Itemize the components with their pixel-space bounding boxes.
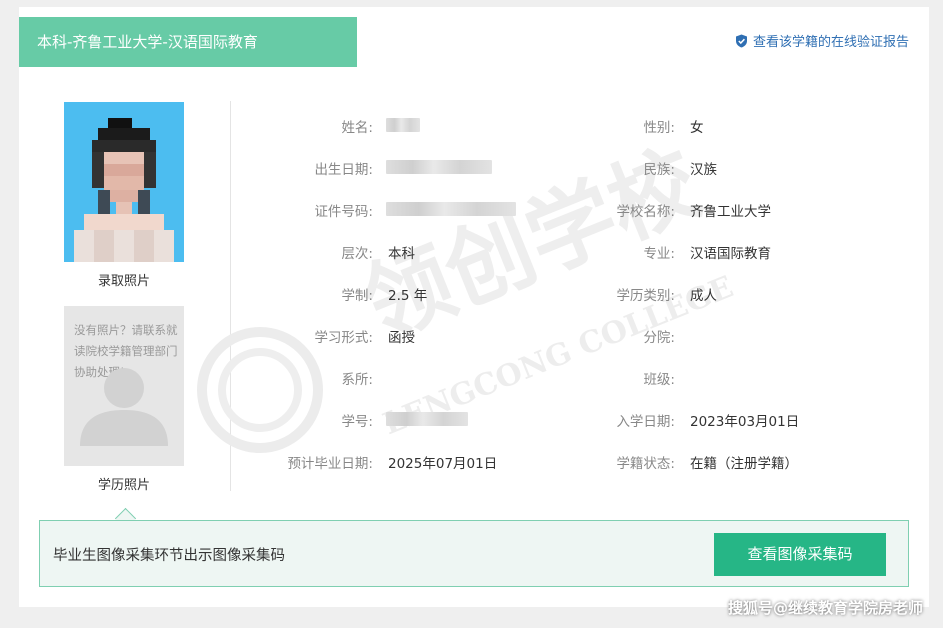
class-label: 班级:: [643, 372, 675, 388]
admission-photo: [64, 102, 184, 262]
id-number-redacted: [386, 202, 516, 216]
ethnicity-value: 汉族: [690, 162, 717, 178]
department-label: 系所:: [341, 372, 373, 388]
school-label: 学校名称:: [616, 204, 675, 220]
shield-check-icon: [735, 34, 748, 48]
study-form-label: 学习形式:: [314, 330, 373, 346]
gender-label: 性别:: [643, 120, 675, 136]
status-label: 学籍状态:: [616, 456, 675, 472]
edu-type-value: 成人: [690, 288, 717, 304]
enroll-date-value: 2023年03月01日: [690, 414, 800, 430]
major-value: 汉语国际教育: [690, 246, 771, 262]
grad-date-value: 2025年07月01日: [388, 456, 498, 472]
ethnicity-label: 民族:: [643, 162, 675, 178]
grad-date-label: 预计毕业日期:: [287, 456, 373, 472]
birth-date-redacted: [386, 160, 492, 174]
education-photo-placeholder: 没有照片？请联系就读院校学籍管理部门协助处理!: [64, 306, 184, 466]
student-number-label: 学号:: [341, 414, 373, 430]
id-number-label: 证件号码:: [314, 204, 373, 220]
duration-label: 学制:: [341, 288, 373, 304]
enroll-date-label: 入学日期:: [616, 414, 675, 430]
verify-report-label: 查看该学籍的在线验证报告: [752, 35, 909, 50]
level-label: 层次:: [341, 246, 373, 262]
gender-value: 女: [690, 120, 704, 136]
status-value: 在籍（注册学籍）: [690, 456, 798, 472]
name-label: 姓名:: [341, 120, 373, 136]
name-value-redacted: [386, 118, 420, 132]
study-form-value: 函授: [388, 330, 415, 346]
view-collection-code-button[interactable]: 查看图像采集码: [714, 533, 886, 576]
student-number-redacted: [386, 412, 468, 426]
education-photo-caption: 学历照片: [97, 478, 150, 493]
record-title: 本科-齐鲁工业大学-汉语国际教育: [19, 17, 357, 67]
source-watermark: 搜狐号@继续教育学院房老师: [727, 599, 923, 617]
person-silhouette-icon: [64, 306, 184, 466]
major-label: 专业:: [643, 246, 675, 262]
branch-label: 分院:: [643, 330, 675, 346]
image-collection-notice: 毕业生图像采集环节出示图像采集码 查看图像采集码: [39, 520, 909, 587]
duration-value: 2.5 年: [388, 288, 428, 304]
school-value: 齐鲁工业大学: [690, 204, 771, 220]
level-value: 本科: [388, 246, 415, 262]
verify-report-link[interactable]: 查看该学籍的在线验证报告: [735, 31, 909, 50]
vertical-divider: [230, 101, 231, 491]
edu-type-label: 学历类别:: [616, 288, 675, 304]
admission-photo-caption: 录取照片: [97, 274, 150, 289]
notice-text: 毕业生图像采集环节出示图像采集码: [53, 548, 285, 564]
birth-date-label: 出生日期:: [314, 162, 373, 178]
